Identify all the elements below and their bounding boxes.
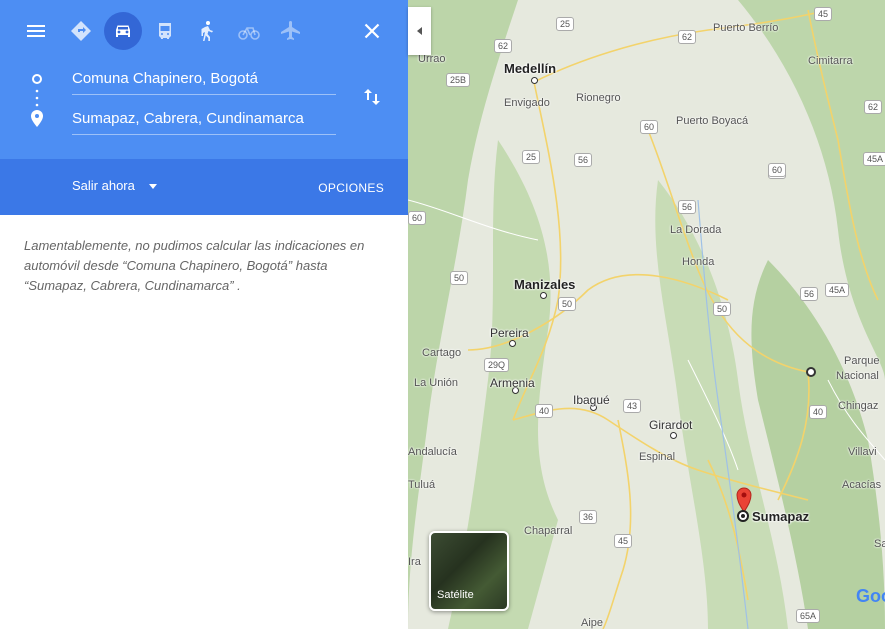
swap-icon — [364, 89, 380, 105]
road-shield: 62 — [494, 39, 513, 53]
road-shield: 25 — [522, 150, 541, 164]
swap-button[interactable] — [353, 78, 391, 116]
map-label-armenia[interactable]: Armenia — [490, 376, 535, 390]
mode-bicycle[interactable] — [230, 12, 268, 50]
map-label-espinal[interactable]: Espinal — [639, 451, 675, 463]
origin-input[interactable]: Comuna Chapinero, Bogotá — [72, 64, 336, 95]
menu-button[interactable] — [17, 12, 55, 50]
road-shield: 25B — [446, 73, 471, 87]
road-shield: 62 — [864, 100, 883, 114]
map-label-rionegro[interactable]: Rionegro — [576, 92, 621, 104]
map-label-envigado[interactable]: Envigado — [504, 97, 550, 109]
map-label-nacional[interactable]: Nacional — [836, 370, 879, 382]
map-label-ira[interactable]: Ira — [408, 556, 421, 568]
road-shield: 65A — [796, 609, 821, 623]
road-shield: 56 — [800, 287, 819, 301]
mode-best-route[interactable] — [62, 12, 100, 50]
road-shield: 60 — [408, 211, 427, 225]
origin-point-marker[interactable] — [806, 367, 816, 377]
road-shield: 50 — [558, 297, 577, 311]
city-dot — [509, 340, 516, 347]
collapse-arrow-icon — [417, 27, 422, 35]
city-dot — [531, 77, 538, 84]
road-shield: 45A — [863, 152, 885, 166]
road-shield: 25 — [556, 17, 575, 31]
map-label-medellin[interactable]: Medellín — [504, 61, 556, 76]
directions-header: Comuna Chapinero, Bogotá Sumapaz, Cabrer… — [0, 0, 408, 159]
mode-walk[interactable] — [188, 12, 226, 50]
map-label-ibague[interactable]: Ibagué — [573, 393, 610, 407]
depart-now-dropdown[interactable]: Salir ahora — [72, 178, 157, 193]
best-route-icon — [71, 21, 91, 41]
map-label-honda[interactable]: Honda — [682, 256, 714, 268]
dropdown-caret-icon — [148, 184, 157, 189]
satellite-label: Satélite — [437, 589, 474, 601]
road-shield: 45 — [614, 534, 633, 548]
map-label-chaparral[interactable]: Chaparral — [524, 525, 572, 537]
road-shield: 45 — [814, 7, 833, 21]
mode-flight[interactable] — [272, 12, 310, 50]
map-label-pereira[interactable]: Pereira — [490, 326, 529, 340]
map-label-girardot[interactable]: Girardot — [649, 418, 692, 432]
road-shield: 40 — [809, 405, 828, 419]
road-shield: 56 — [678, 200, 697, 214]
satellite-layer-toggle[interactable]: Satélite — [429, 531, 509, 611]
map-label-acacias[interactable]: Acacías — [842, 479, 881, 491]
map-label-cartago[interactable]: Cartago — [422, 347, 461, 359]
directions-panel: Comuna Chapinero, Bogotá Sumapaz, Cabrer… — [0, 0, 408, 629]
error-message: Lamentablemente, no pudimos calcular las… — [24, 238, 365, 293]
map-label-villavicencio[interactable]: Villavi — [848, 446, 877, 458]
map-label-parque[interactable]: Parque — [844, 355, 879, 367]
menu-icon — [27, 25, 45, 37]
road-shield: 60 — [640, 120, 659, 134]
road-shield: 60 — [768, 163, 787, 177]
options-button[interactable]: OPCIONES — [318, 181, 384, 195]
road-shield: 29Q — [484, 358, 510, 372]
road-shield: 62 — [678, 30, 697, 44]
map-label-chingaz[interactable]: Chingaz — [838, 400, 878, 412]
city-dot — [670, 432, 677, 439]
road-shield: 56 — [574, 153, 593, 167]
map-label-la-dorada[interactable]: La Dorada — [670, 224, 721, 236]
depart-now-label: Salir ahora — [72, 178, 135, 193]
destination-point-icon — [737, 510, 749, 522]
road-shield: 50 — [450, 271, 469, 285]
map-label-andalucia[interactable]: Andalucía — [408, 446, 457, 458]
collapse-panel-button[interactable] — [408, 7, 431, 55]
map-label-puerto-boyaca[interactable]: Puerto Boyacá — [676, 115, 748, 127]
car-icon — [116, 25, 130, 37]
mode-car[interactable] — [104, 12, 142, 50]
map-label-aipe[interactable]: Aipe — [581, 617, 603, 629]
map-label-sumapaz[interactable]: Sumapaz — [752, 509, 809, 524]
destination-input[interactable]: Sumapaz, Cabrera, Cundinamarca — [72, 104, 336, 135]
map-label-cimitarra[interactable]: Cimitarra — [808, 55, 853, 67]
road-shield: 43 — [623, 399, 642, 413]
bicycle-icon — [238, 27, 260, 40]
map-label-sa[interactable]: Sa — [874, 538, 885, 550]
road-shield: 50 — [713, 302, 732, 316]
road-shield: 36 — [579, 510, 598, 524]
google-logo: Goo — [856, 586, 885, 606]
map-label-tulua[interactable]: Tuluá — [408, 479, 435, 491]
road-shield: 40 — [535, 404, 554, 418]
transit-icon — [159, 23, 171, 39]
walk-icon — [201, 21, 213, 41]
map-label-puerto-berrio[interactable]: Puerto Berrío — [713, 22, 778, 34]
road-shield: 45A — [825, 283, 850, 297]
close-button[interactable] — [353, 12, 391, 50]
mode-transit[interactable] — [146, 12, 184, 50]
close-icon — [364, 23, 380, 39]
map-label-la-union[interactable]: La Unión — [414, 377, 458, 389]
city-dot — [540, 292, 547, 299]
map-label-manizales[interactable]: Manizales — [514, 277, 575, 292]
route-dots-icon — [31, 74, 43, 127]
flight-icon — [281, 21, 300, 40]
